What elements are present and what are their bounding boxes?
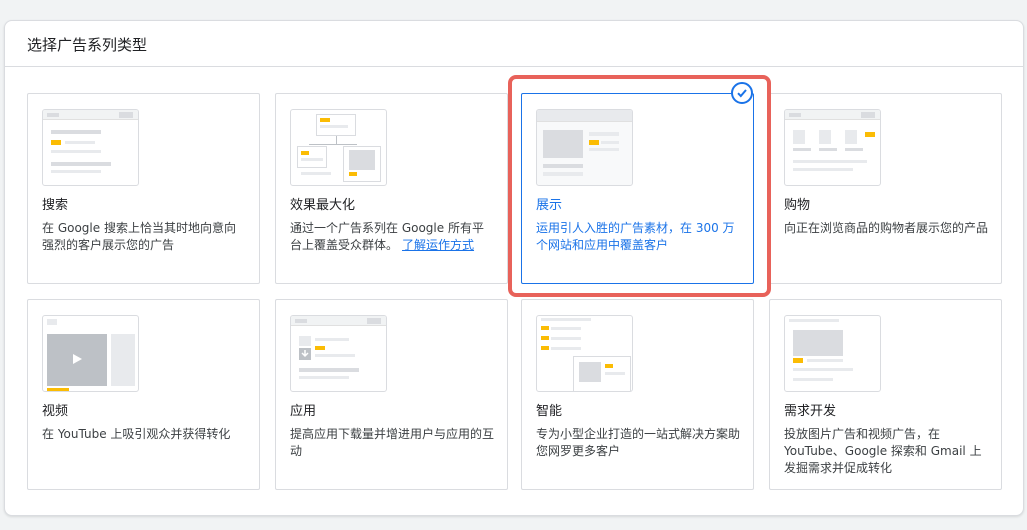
learn-how-link[interactable]: 了解运作方式	[402, 238, 474, 252]
campaign-type-panel: 选择广告系列类型 搜索 在 Google 搜索上恰当其时地向意向强烈的客户展示您…	[4, 20, 1024, 516]
card-description: 投放图片广告和视频广告，在 YouTube、Google 探索和 Gmail 上…	[784, 427, 982, 475]
video-illustration-icon	[42, 315, 139, 392]
card-display[interactable]: 展示 运用引人入胜的广告素材，在 300 万个网站和应用中覆盖客户	[521, 82, 754, 284]
check-circle-icon	[731, 82, 753, 104]
card-title: 智能	[536, 404, 563, 419]
display-illustration-icon	[536, 109, 633, 186]
app-illustration-icon	[290, 315, 387, 392]
card-app[interactable]: 应用 提高应用下载量并增进用户与应用的互动	[275, 299, 508, 490]
card-demand-gen[interactable]: 需求开发 投放图片广告和视频广告，在 YouTube、Google 探索和 Gm…	[769, 299, 1002, 490]
card-shopping[interactable]: 购物 向正在浏览商品的购物者展示您的产品	[769, 93, 1002, 284]
divider	[5, 66, 1023, 67]
card-title: 搜索	[42, 198, 69, 213]
card-search[interactable]: 搜索 在 Google 搜索上恰当其时地向意向强烈的客户展示您的广告	[27, 93, 260, 284]
smart-illustration-icon	[536, 315, 633, 392]
card-title: 展示	[536, 198, 563, 213]
card-description: 运用引人入胜的广告素材，在 300 万个网站和应用中覆盖客户	[536, 221, 735, 252]
card-description: 向正在浏览商品的购物者展示您的产品	[784, 221, 989, 235]
card-title: 效果最大化	[290, 198, 356, 213]
card-title: 视频	[42, 404, 69, 419]
demand-gen-illustration-icon	[784, 315, 881, 392]
card-description: 在 YouTube 上吸引观众并获得转化	[42, 427, 231, 441]
search-illustration-icon	[42, 109, 139, 186]
performance-max-illustration-icon	[290, 109, 387, 186]
panel-title: 选择广告系列类型	[27, 36, 148, 54]
card-smart[interactable]: 智能 专为小型企业打造的一站式解决方案助您网罗更多客户	[521, 299, 754, 490]
shopping-illustration-icon	[784, 109, 881, 186]
card-description: 通过一个广告系列在 Google 所有平台上覆盖受众群体。 了解运作方式	[290, 220, 495, 254]
card-title: 购物	[784, 198, 811, 213]
card-description: 在 Google 搜索上恰当其时地向意向强烈的客户展示您的广告	[42, 221, 236, 252]
card-title: 需求开发	[784, 404, 837, 419]
card-title: 应用	[290, 404, 317, 419]
card-performance-max[interactable]: 效果最大化 通过一个广告系列在 Google 所有平台上覆盖受众群体。 了解运作方…	[275, 93, 508, 284]
card-description: 提高应用下载量并增进用户与应用的互动	[290, 427, 495, 458]
card-video[interactable]: 视频 在 YouTube 上吸引观众并获得转化	[27, 299, 260, 490]
card-description: 专为小型企业打造的一站式解决方案助您网罗更多客户	[536, 427, 741, 458]
